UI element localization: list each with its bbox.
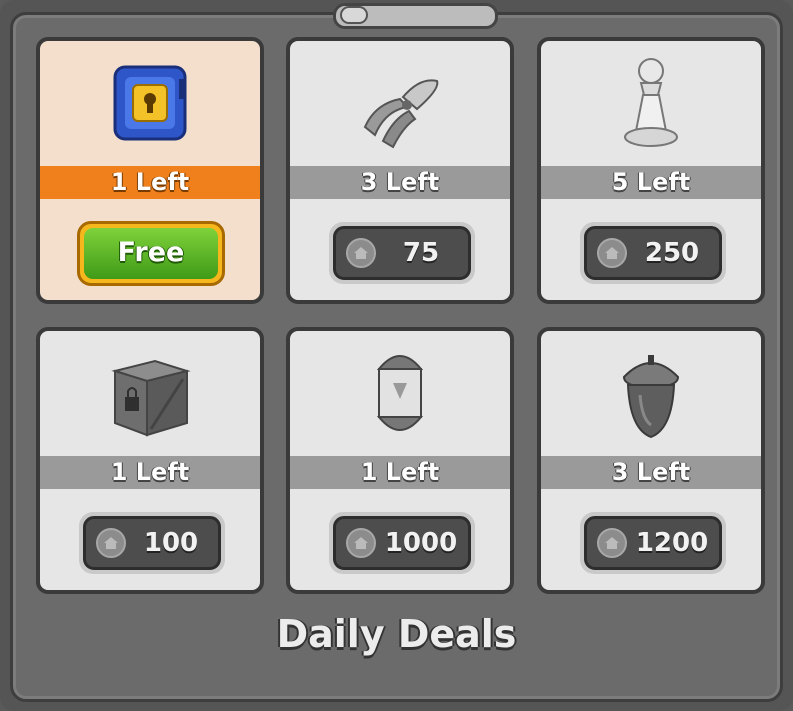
stock-label: 5 Left <box>541 166 761 199</box>
chess-pawn-icon <box>624 58 678 147</box>
price-button[interactable]: 1200 <box>580 512 726 574</box>
price-value: 75 <box>402 238 440 268</box>
coin-icon <box>597 238 627 268</box>
deal-card-safe[interactable]: 1 Left Free <box>36 37 264 304</box>
price-button[interactable]: 100 <box>79 512 225 574</box>
stock-label: 3 Left <box>541 456 761 489</box>
stock-label: 1 Left <box>40 166 260 199</box>
price-value: 250 <box>644 238 700 268</box>
price-button[interactable]: 250 <box>580 222 726 284</box>
deal-card-pliers[interactable]: 3 Left 75 <box>286 37 514 304</box>
coin-icon <box>96 528 126 558</box>
deals-window: 1 Left Free 3 Left 75 5 Left 250 1 Left … <box>0 0 793 711</box>
deal-card-crate[interactable]: 1 Left 100 <box>36 327 264 594</box>
free-button[interactable]: Free <box>77 221 225 286</box>
coin-icon <box>597 528 627 558</box>
page-title: Daily Deals <box>276 612 517 656</box>
price-value: 1000 <box>384 528 458 558</box>
price-value: 1200 <box>635 528 709 558</box>
coin-icon <box>346 528 376 558</box>
deal-card-acorn[interactable]: 3 Left 1200 <box>537 327 765 594</box>
stock-label: 1 Left <box>290 456 510 489</box>
locked-crate-icon <box>111 359 191 437</box>
stock-label: 3 Left <box>290 166 510 199</box>
price-button[interactable]: 75 <box>329 222 475 284</box>
coin-icon <box>346 238 376 268</box>
pliers-icon <box>363 79 439 149</box>
capsule-icon <box>376 355 424 431</box>
top-handle[interactable] <box>333 3 498 29</box>
price-value: 100 <box>143 528 199 558</box>
handle-knob <box>340 6 368 24</box>
deal-card-pawn[interactable]: 5 Left 250 <box>537 37 765 304</box>
deal-card-capsule[interactable]: 1 Left 1000 <box>286 327 514 594</box>
acorn-icon <box>622 355 680 439</box>
stock-label: 1 Left <box>40 456 260 489</box>
price-button[interactable]: 1000 <box>329 512 475 574</box>
safe-box-icon <box>113 65 187 141</box>
free-button-label: Free <box>84 228 218 279</box>
